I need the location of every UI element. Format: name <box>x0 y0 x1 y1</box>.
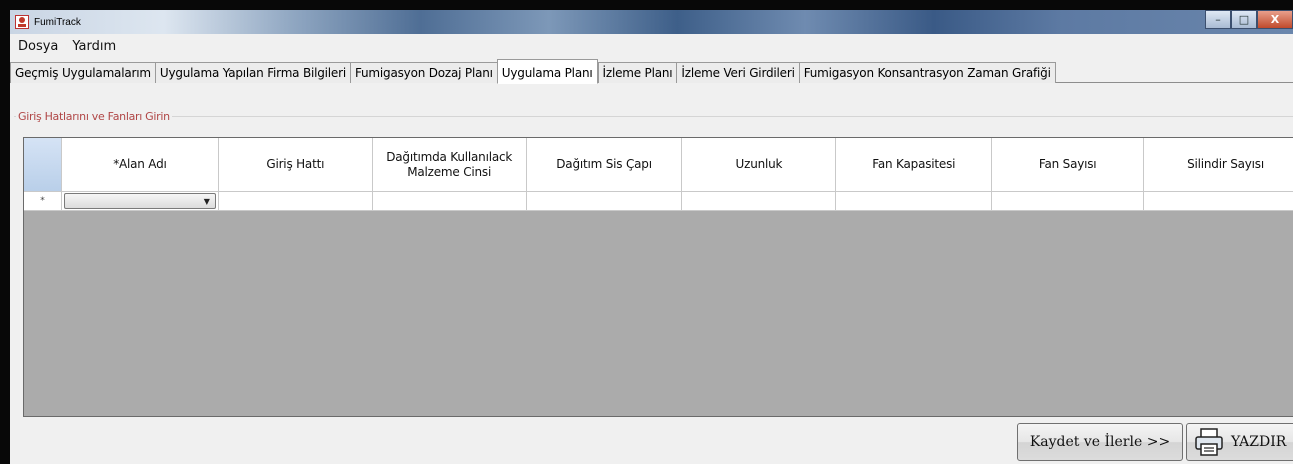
cell-uzunluk[interactable] <box>682 192 837 211</box>
cell-fan-kapasitesi[interactable] <box>836 192 993 211</box>
menu-bar: Dosya Yardım <box>10 35 1293 57</box>
window-title: FumiTrack <box>34 16 81 28</box>
app-logo-icon <box>14 14 30 30</box>
printer-icon <box>1193 426 1225 458</box>
column-header-fan-kapasitesi[interactable]: Fan Kapasitesi <box>836 138 993 192</box>
row-header-corner[interactable] <box>24 138 62 192</box>
column-header-alan-adi[interactable]: *Alan Adı <box>61 138 219 192</box>
group-box-border <box>14 116 1293 117</box>
print-button-label: YAZDIR <box>1231 434 1287 450</box>
tab-gecmis-uygulamalarim[interactable]: Geçmiş Uygulamalarım <box>10 62 155 83</box>
save-and-next-button[interactable]: Kaydet ve İlerle >> <box>1017 423 1183 461</box>
grid-header-row: *Alan Adı Giriş Hattı Dağıtımda Kullanıl… <box>24 138 1293 192</box>
cell-malzeme-cinsi[interactable] <box>372 192 527 211</box>
tab-strip: Geçmiş Uygulamalarım Uygulama Yapılan Fi… <box>10 59 1293 84</box>
title-bar: FumiTrack – □ X <box>10 10 1293 34</box>
column-header-malzeme-cinsi[interactable]: Dağıtımda Kullanılack Malzeme Cinsi <box>372 138 527 192</box>
app-window: FumiTrack – □ X Dosya Yardım Geçmiş Uygu… <box>10 10 1293 464</box>
cell-sis-capi[interactable] <box>526 192 683 211</box>
tab-firma-bilgileri[interactable]: Uygulama Yapılan Firma Bilgileri <box>154 62 350 83</box>
column-header-uzunluk[interactable]: Uzunluk <box>682 138 837 192</box>
cell-fan-sayisi[interactable] <box>992 192 1145 211</box>
lines-fans-grid[interactable]: *Alan Adı Giriş Hattı Dağıtımda Kullanıl… <box>23 137 1293 417</box>
tab-izleme-plani[interactable]: İzleme Planı <box>597 62 677 83</box>
menu-yardim[interactable]: Yardım <box>72 39 116 54</box>
maximize-button[interactable]: □ <box>1231 10 1257 29</box>
menu-dosya[interactable]: Dosya <box>18 39 58 54</box>
new-row: * ▼ <box>24 192 1293 211</box>
cell-giris-hatti[interactable] <box>218 192 373 211</box>
close-button[interactable]: X <box>1257 10 1293 29</box>
tab-izleme-veri-girdileri[interactable]: İzleme Veri Girdileri <box>676 62 799 83</box>
column-header-giris-hatti[interactable]: Giriş Hattı <box>218 138 373 192</box>
column-header-fan-sayisi[interactable]: Fan Sayısı <box>992 138 1145 192</box>
chevron-down-icon[interactable]: ▼ <box>199 194 215 208</box>
cell-alan-adi[interactable]: ▼ <box>61 192 219 211</box>
new-row-marker[interactable]: * <box>24 192 62 211</box>
minimize-button[interactable]: – <box>1205 10 1231 29</box>
group-box-title: Giriş Hatlarını ve Fanları Girin <box>16 110 172 123</box>
column-header-sis-capi[interactable]: Dağıtım Sis Çapı <box>526 138 683 192</box>
tab-dozaj-plani[interactable]: Fumigasyon Dozaj Planı <box>349 62 497 83</box>
tab-konsantrasyon-grafigi[interactable]: Fumigasyon Konsantrasyon Zaman Grafiği <box>798 62 1056 83</box>
tab-uygulama-plani[interactable]: Uygulama Planı <box>496 59 598 84</box>
window-controls: – □ X <box>1205 10 1293 30</box>
print-button[interactable]: YAZDIR <box>1186 423 1293 461</box>
cell-silindir-sayisi[interactable] <box>1144 192 1293 211</box>
alan-adi-dropdown[interactable]: ▼ <box>63 193 216 209</box>
tab-panel-uygulama-plani: Giriş Hatlarını ve Fanları Girin *Alan A… <box>10 83 1293 464</box>
column-header-silindir-sayisi[interactable]: Silindir Sayısı <box>1144 138 1293 192</box>
